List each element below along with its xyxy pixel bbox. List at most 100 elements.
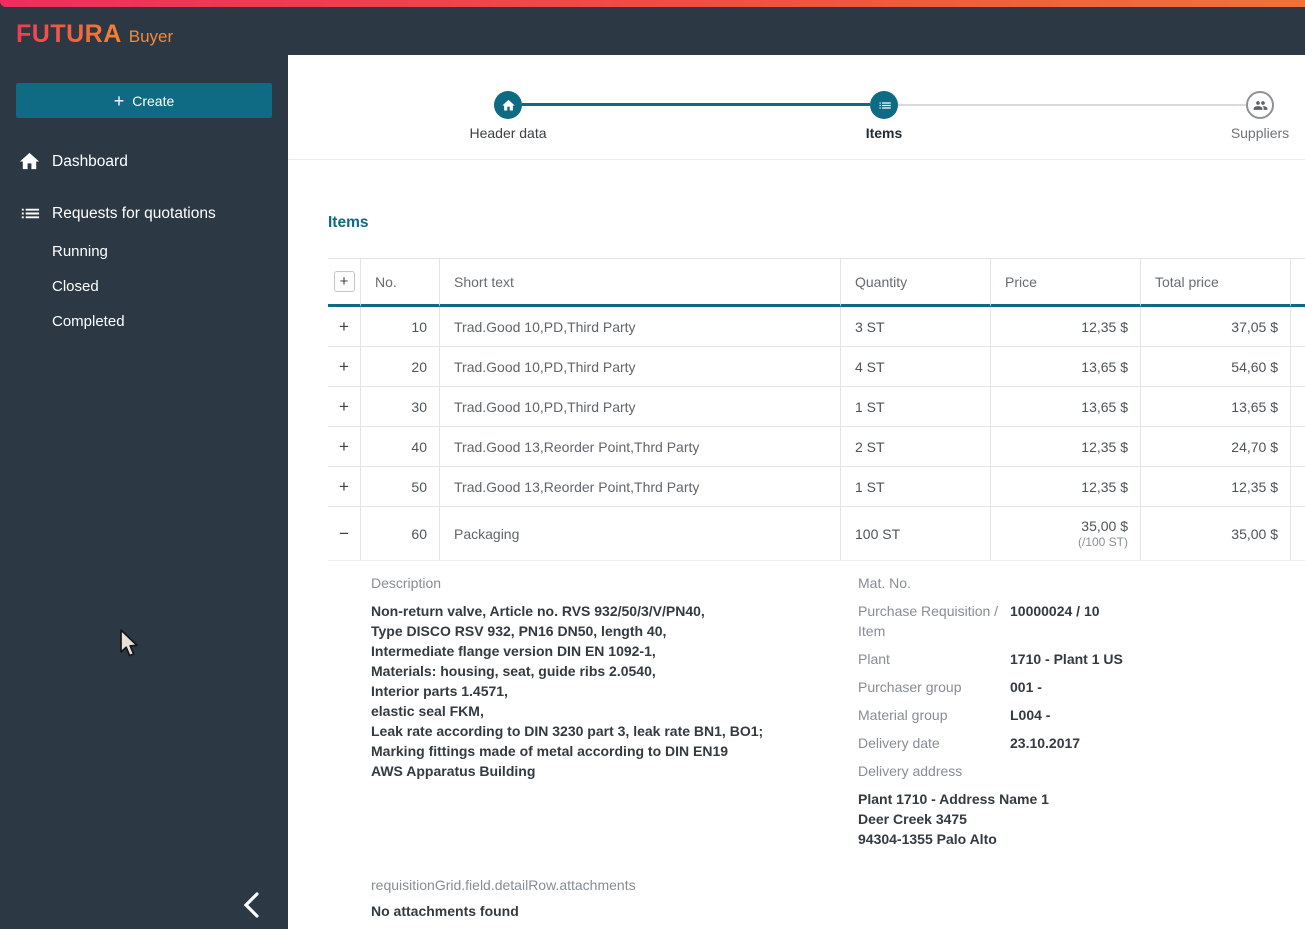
expand-row-button[interactable]: +: [339, 397, 349, 417]
description-line: Materials: housing, seat, guide ribs 2.0…: [371, 663, 656, 679]
expand-row-button[interactable]: +: [339, 477, 349, 497]
table-row-expand: +: [328, 347, 361, 387]
brand-product: Buyer: [128, 27, 174, 46]
cell-overflow: [1291, 307, 1305, 347]
sidebar-item-completed[interactable]: Completed: [0, 304, 288, 339]
main-panel: Header data Items Suppliers Items + No. …: [288, 55, 1305, 929]
collapse-row-button[interactable]: −: [339, 524, 349, 544]
sidebar-collapse-button[interactable]: [234, 887, 270, 923]
sidebar-subnav: Running Closed Completed: [0, 234, 288, 339]
row-detail-panel: Description Non-return valve, Article no…: [328, 561, 1305, 919]
sidebar-item-requests-for-quotations[interactable]: Requests for quotations: [0, 198, 288, 229]
cell-price: 12,35 $: [991, 307, 1141, 347]
table-row-expand: −: [328, 507, 361, 561]
description-line: Non-return valve, Article no. RVS 932/50…: [371, 603, 705, 619]
cell-price: 35,00 $ (/100 ST): [991, 507, 1141, 561]
cell-no: 20: [361, 347, 440, 387]
brand-name: FUTURA: [16, 20, 122, 48]
field-label: Delivery date: [858, 735, 940, 751]
wizard-stepper: Header data Items Suppliers: [288, 55, 1305, 160]
field-value: 1710 - Plant 1 US: [1010, 651, 1123, 667]
attachments-section: requisitionGrid.field.detailRow.attachme…: [371, 875, 1305, 919]
description-line: Interior parts 1.4571,: [371, 683, 508, 699]
expand-row-button[interactable]: +: [339, 357, 349, 377]
sidebar-item-closed[interactable]: Closed: [0, 269, 288, 304]
cell-total-price: 12,35 $: [1141, 467, 1291, 507]
field-material-group: Material group L004 -: [858, 705, 1305, 725]
cell-price: 12,35 $: [991, 467, 1141, 507]
cell-overflow: [1291, 387, 1305, 427]
cell-no: 60: [361, 507, 440, 561]
field-label: Mat. No.: [858, 575, 911, 591]
sidebar-item-dashboard[interactable]: Dashboard: [0, 146, 288, 177]
table-row-expand: +: [328, 387, 361, 427]
cell-short-text: Packaging: [440, 507, 841, 561]
price-value: 35,00 $: [1081, 518, 1128, 534]
field-label: Purchaser group: [858, 679, 962, 695]
description-line: Intermediate flange version DIN EN 1092-…: [371, 643, 656, 659]
chevron-left-icon: [243, 892, 259, 918]
cell-short-text: Trad.Good 10,PD,Third Party: [440, 307, 841, 347]
step-label: Suppliers: [1230, 125, 1290, 141]
attachments-empty-message: No attachments found: [371, 903, 519, 919]
column-header-no: No.: [361, 259, 440, 307]
sidebar-item-running[interactable]: Running: [0, 234, 288, 269]
column-header-quantity: Quantity: [841, 259, 991, 307]
expand-all-button[interactable]: +: [333, 271, 355, 292]
cell-price: 13,65 $: [991, 387, 1141, 427]
field-label: Plant: [858, 651, 890, 667]
cell-no: 40: [361, 427, 440, 467]
plus-icon: +: [113, 90, 125, 111]
table-row-expand: +: [328, 427, 361, 467]
description-line: Leak rate according to DIN 3230 part 3, …: [371, 723, 764, 739]
items-section: Items + No. Short text Quantity Price To…: [288, 160, 1305, 919]
expand-all-header-cell: +: [328, 259, 361, 307]
expand-row-button[interactable]: +: [339, 317, 349, 337]
items-table: + No. Short text Quantity Price Total pr…: [328, 258, 1305, 919]
cell-short-text: Trad.Good 13,Reorder Point,Thrd Party: [440, 467, 841, 507]
sidebar: FUTURA Buyer + Create Dashboard Requests …: [0, 0, 288, 929]
cell-no: 30: [361, 387, 440, 427]
create-button[interactable]: + Create: [16, 83, 272, 118]
field-value: L004 -: [1010, 707, 1051, 723]
description-line: Type DISCO RSV 932, PN16 DN50, length 40…: [371, 623, 667, 639]
cell-overflow: [1291, 427, 1305, 467]
cell-overflow: [1291, 347, 1305, 387]
step-circle: [1246, 91, 1274, 119]
home-icon: [19, 152, 40, 170]
cell-price: 12,35 $: [991, 427, 1141, 467]
description-line: Marking fittings made of metal according…: [371, 743, 729, 759]
cell-total-price: 54,60 $: [1141, 347, 1291, 387]
address-line: 94304-1355 Palo Alto: [858, 831, 997, 847]
column-header-short-text: Short text: [440, 259, 841, 307]
step-header-data[interactable]: Header data: [428, 91, 588, 141]
address-line: Plant 1710 - Address Name 1: [858, 791, 1049, 807]
cell-quantity: 100 ST: [841, 507, 991, 561]
field-value: 23.10.2017: [1010, 735, 1081, 751]
cell-overflow: [1291, 507, 1305, 561]
column-header-price: Price: [991, 259, 1141, 307]
cell-overflow: [1291, 467, 1305, 507]
field-label: Purchase Requisition / Item: [858, 603, 999, 639]
cell-quantity: 4 ST: [841, 347, 991, 387]
brand-gradient-stripe: [0, 0, 1305, 7]
field-label: Delivery address: [858, 763, 963, 779]
cell-short-text: Trad.Good 13,Reorder Point,Thrd Party: [440, 427, 841, 467]
field-purchase-requisition: Purchase Requisition / Item 10000024 / 1…: [858, 601, 1305, 641]
step-items[interactable]: Items: [804, 91, 964, 141]
expand-row-button[interactable]: +: [339, 437, 349, 457]
cell-quantity: 1 ST: [841, 387, 991, 427]
column-header-total-price: Total price: [1141, 259, 1291, 307]
attachments-label: requisitionGrid.field.detailRow.attachme…: [371, 877, 636, 893]
description-text: Non-return valve, Article no. RVS 932/50…: [371, 601, 858, 781]
price-unit: (/100 ST): [1077, 535, 1128, 549]
list-icon: [21, 208, 40, 219]
field-delivery-date: Delivery date 23.10.2017: [858, 733, 1305, 753]
sidebar-item-label: Dashboard: [52, 152, 128, 170]
cell-total-price: 13,65 $: [1141, 387, 1291, 427]
column-header-overflow: [1291, 259, 1305, 307]
step-circle: [494, 91, 522, 119]
description-line: elastic seal FKM,: [371, 703, 484, 719]
step-suppliers[interactable]: Suppliers: [1180, 91, 1305, 141]
app-logo: FUTURA Buyer: [0, 0, 288, 49]
